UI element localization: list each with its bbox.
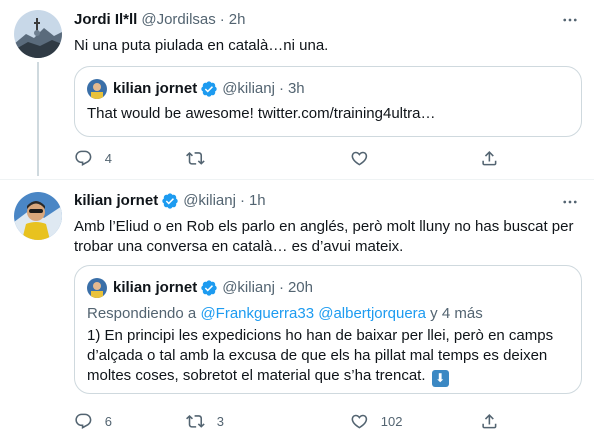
verified-badge-icon: [162, 193, 178, 209]
replying-to-prefix: Respondiendo a: [87, 305, 201, 322]
tweet-header: kilian jornet @kilianj · 1h: [74, 192, 266, 210]
tweet-text: Amb l’Eliud o en Rob els parlo en anglés…: [74, 218, 574, 255]
quoted-tweet-text: That would be awesome! twitter.com/train…: [87, 105, 436, 122]
replying-to-suffix: y 4 más: [426, 305, 483, 322]
like-icon: [351, 414, 368, 429]
author-handle[interactable]: @Jordilsas: [141, 11, 215, 29]
down-arrow-emoji-icon: ⬇: [431, 370, 449, 387]
quoted-tweet-header: kilian jornet @kilianj · 3h: [87, 79, 305, 99]
reply-button[interactable]: 6: [74, 411, 112, 431]
quoted-avatar: [87, 278, 107, 298]
reply-count: 6: [104, 413, 112, 429]
share-icon: [482, 413, 497, 429]
reply-button[interactable]: 4: [74, 148, 112, 168]
separator: ·: [239, 192, 245, 209]
verified-badge-icon: [201, 280, 217, 296]
retweet-button[interactable]: 3: [186, 411, 224, 431]
author-handle[interactable]: @kilianj: [183, 192, 236, 210]
share-icon: [482, 150, 497, 166]
quoted-tweet-text: 1) En principi les expedicions ho han de…: [87, 326, 569, 387]
quoted-tweet[interactable]: kilian jornet @kilianj · 20h Respondiend…: [74, 265, 582, 394]
avatar-climber-image: [14, 192, 62, 240]
quoted-tweet[interactable]: kilian jornet @kilianj · 3h That would b…: [74, 66, 582, 137]
tweet-actions: 6 3 102: [74, 411, 504, 431]
quoted-author-handle: @kilianj: [222, 80, 275, 97]
retweet-count: 3: [216, 413, 224, 429]
more-options-button[interactable]: [558, 190, 582, 214]
tweet-jordi[interactable]: Jordi Il*ll @Jordilsas · 2h Ni una puta …: [0, 0, 594, 180]
tweet-text: Ni una puta piulada en català…ni una.: [74, 37, 329, 54]
verified-badge-icon: [201, 81, 217, 97]
share-button[interactable]: [480, 148, 499, 168]
more-dots-icon: [563, 18, 577, 22]
more-dots-icon: [563, 200, 577, 204]
author-name[interactable]: Jordi Il*ll: [74, 11, 137, 29]
avatar[interactable]: [14, 10, 62, 58]
quoted-tweet-body: 1) En principi les expedicions ho han de…: [87, 327, 554, 384]
retweet-icon: [186, 151, 205, 165]
reply-icon: [75, 413, 92, 429]
separator: ·: [278, 80, 284, 97]
tweet-time[interactable]: 2h: [229, 11, 246, 29]
avatar[interactable]: [14, 192, 62, 240]
quoted-tweet-header: kilian jornet @kilianj · 20h: [87, 278, 313, 298]
quoted-tweet-time: 20h: [287, 279, 313, 296]
avatar-mountain-image: [14, 10, 62, 58]
tweet-actions: 4: [74, 148, 504, 168]
separator: ·: [278, 279, 284, 296]
separator: ·: [219, 11, 225, 28]
replying-to: Respondiendo a @Frankguerra33 @albertjor…: [87, 304, 483, 324]
reply-icon: [75, 150, 92, 166]
retweet-icon: [186, 414, 205, 428]
tweet-kilian[interactable]: kilian jornet @kilianj · 1h Amb l’Eliud …: [0, 180, 594, 442]
replying-to-mentions[interactable]: @Frankguerra33 @albertjorquera: [200, 305, 426, 322]
like-icon: [351, 151, 368, 166]
like-count: 102: [380, 413, 403, 429]
quoted-author-name: kilian jornet: [113, 80, 198, 97]
reply-count: 4: [104, 150, 112, 166]
retweet-button[interactable]: [186, 148, 217, 168]
author-name[interactable]: kilian jornet: [74, 192, 158, 210]
tweet-time[interactable]: 1h: [249, 192, 266, 210]
more-options-button[interactable]: [558, 8, 582, 32]
share-button[interactable]: [480, 411, 499, 431]
like-button[interactable]: 102: [350, 411, 402, 431]
quoted-author-handle: @kilianj: [222, 279, 275, 296]
quoted-avatar: [87, 79, 107, 99]
like-button[interactable]: [350, 148, 381, 168]
quoted-author-name: kilian jornet: [113, 279, 198, 296]
tweet-header: Jordi Il*ll @Jordilsas · 2h: [74, 11, 245, 29]
quoted-tweet-time: 3h: [287, 80, 305, 97]
thread-connector-line: [37, 62, 39, 176]
